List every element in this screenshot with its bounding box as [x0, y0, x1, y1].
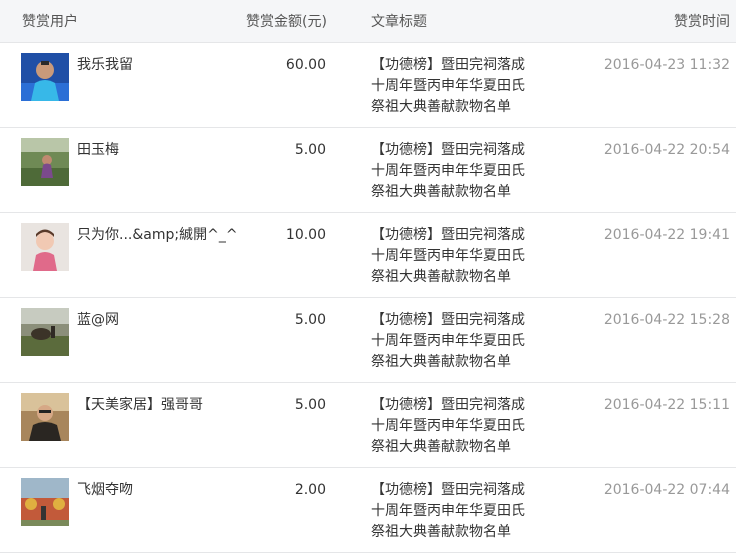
- article-title[interactable]: 【功德榜】暨田完祠落成 十周年暨丙申年华夏田氏 祭祖大典善献款物名单: [371, 395, 531, 458]
- table-row: 【天美家居】强哥哥 5.00 【功德榜】暨田完祠落成 十周年暨丙申年华夏田氏 祭…: [0, 383, 736, 468]
- avatar[interactable]: [21, 393, 69, 441]
- donor-name[interactable]: 我乐我留: [77, 57, 133, 73]
- donation-time: 2016-04-22 15:28: [603, 312, 730, 328]
- article-title-line[interactable]: 十周年暨丙申年华夏田氏: [371, 416, 531, 437]
- article-title-line[interactable]: 祭祖大典善献款物名单: [371, 437, 531, 458]
- article-title-line[interactable]: 祭祖大典善献款物名单: [371, 182, 531, 203]
- article-title-line[interactable]: 祭祖大典善献款物名单: [371, 352, 531, 373]
- avatar-photo-icon: [21, 53, 69, 101]
- header-amount: 赞赏金额(元): [246, 14, 327, 30]
- avatar-photo-icon: [21, 223, 69, 271]
- donation-amount: 5.00: [294, 397, 326, 413]
- article-title-line[interactable]: 【功德榜】暨田完祠落成: [371, 395, 531, 416]
- article-title[interactable]: 【功德榜】暨田完祠落成 十周年暨丙申年华夏田氏 祭祖大典善献款物名单: [371, 140, 531, 203]
- avatar-photo-icon: [21, 478, 69, 526]
- article-title[interactable]: 【功德榜】暨田完祠落成 十周年暨丙申年华夏田氏 祭祖大典善献款物名单: [371, 225, 531, 288]
- avatar[interactable]: [21, 53, 69, 101]
- donation-time: 2016-04-23 11:32: [603, 57, 730, 73]
- avatar[interactable]: [21, 308, 69, 356]
- donation-time: 2016-04-22 19:41: [603, 227, 730, 243]
- article-title-line[interactable]: 十周年暨丙申年华夏田氏: [371, 246, 531, 267]
- header-time: 赞赏时间: [674, 14, 730, 30]
- article-title-line[interactable]: 祭祖大典善献款物名单: [371, 522, 531, 543]
- article-title-line[interactable]: 【功德榜】暨田完祠落成: [371, 55, 531, 76]
- donation-table: 赞赏用户 赞赏金额(元) 文章标题 赞赏时间 我乐我留 60.00 【功德榜】暨…: [0, 0, 736, 553]
- article-title-line[interactable]: 十周年暨丙申年华夏田氏: [371, 501, 531, 522]
- avatar-photo-icon: [21, 308, 69, 356]
- avatar[interactable]: [21, 138, 69, 186]
- donor-name[interactable]: 【天美家居】强哥哥: [77, 397, 203, 413]
- donation-amount: 60.00: [285, 57, 326, 73]
- donor-name[interactable]: 只为你...&amp;絾開^_^: [77, 227, 238, 243]
- article-title[interactable]: 【功德榜】暨田完祠落成 十周年暨丙申年华夏田氏 祭祖大典善献款物名单: [371, 480, 531, 543]
- donation-amount: 5.00: [294, 142, 326, 158]
- article-title-line[interactable]: 【功德榜】暨田完祠落成: [371, 140, 531, 161]
- donation-time: 2016-04-22 15:11: [603, 397, 730, 413]
- header-title: 文章标题: [371, 14, 427, 30]
- article-title-line[interactable]: 祭祖大典善献款物名单: [371, 97, 531, 118]
- donation-amount: 5.00: [294, 312, 326, 328]
- table-row: 飞烟夺吻 2.00 【功德榜】暨田完祠落成 十周年暨丙申年华夏田氏 祭祖大典善献…: [0, 468, 736, 553]
- article-title-line[interactable]: 【功德榜】暨田完祠落成: [371, 310, 531, 331]
- table-header: 赞赏用户 赞赏金额(元) 文章标题 赞赏时间: [0, 0, 736, 43]
- avatar[interactable]: [21, 478, 69, 526]
- donation-time: 2016-04-22 20:54: [603, 142, 730, 158]
- table-row: 田玉梅 5.00 【功德榜】暨田完祠落成 十周年暨丙申年华夏田氏 祭祖大典善献款…: [0, 128, 736, 213]
- article-title-line[interactable]: 【功德榜】暨田完祠落成: [371, 225, 531, 246]
- avatar-photo-icon: [21, 393, 69, 441]
- table-row: 只为你...&amp;絾開^_^ 10.00 【功德榜】暨田完祠落成 十周年暨丙…: [0, 213, 736, 298]
- article-title-line[interactable]: 十周年暨丙申年华夏田氏: [371, 161, 531, 182]
- article-title[interactable]: 【功德榜】暨田完祠落成 十周年暨丙申年华夏田氏 祭祖大典善献款物名单: [371, 55, 531, 118]
- donor-name[interactable]: 蓝@网: [77, 312, 119, 328]
- avatar-photo-icon: [21, 138, 69, 186]
- donation-time: 2016-04-22 07:44: [603, 482, 730, 498]
- article-title-line[interactable]: 祭祖大典善献款物名单: [371, 267, 531, 288]
- article-title-line[interactable]: 十周年暨丙申年华夏田氏: [371, 331, 531, 352]
- donation-amount: 2.00: [294, 482, 326, 498]
- donation-amount: 10.00: [285, 227, 326, 243]
- avatar[interactable]: [21, 223, 69, 271]
- header-user: 赞赏用户: [22, 14, 78, 30]
- article-title[interactable]: 【功德榜】暨田完祠落成 十周年暨丙申年华夏田氏 祭祖大典善献款物名单: [371, 310, 531, 373]
- article-title-line[interactable]: 【功德榜】暨田完祠落成: [371, 480, 531, 501]
- table-row: 我乐我留 60.00 【功德榜】暨田完祠落成 十周年暨丙申年华夏田氏 祭祖大典善…: [0, 43, 736, 128]
- donor-name[interactable]: 田玉梅: [77, 142, 119, 158]
- donor-name[interactable]: 飞烟夺吻: [77, 482, 133, 498]
- article-title-line[interactable]: 十周年暨丙申年华夏田氏: [371, 76, 531, 97]
- table-row: 蓝@网 5.00 【功德榜】暨田完祠落成 十周年暨丙申年华夏田氏 祭祖大典善献款…: [0, 298, 736, 383]
